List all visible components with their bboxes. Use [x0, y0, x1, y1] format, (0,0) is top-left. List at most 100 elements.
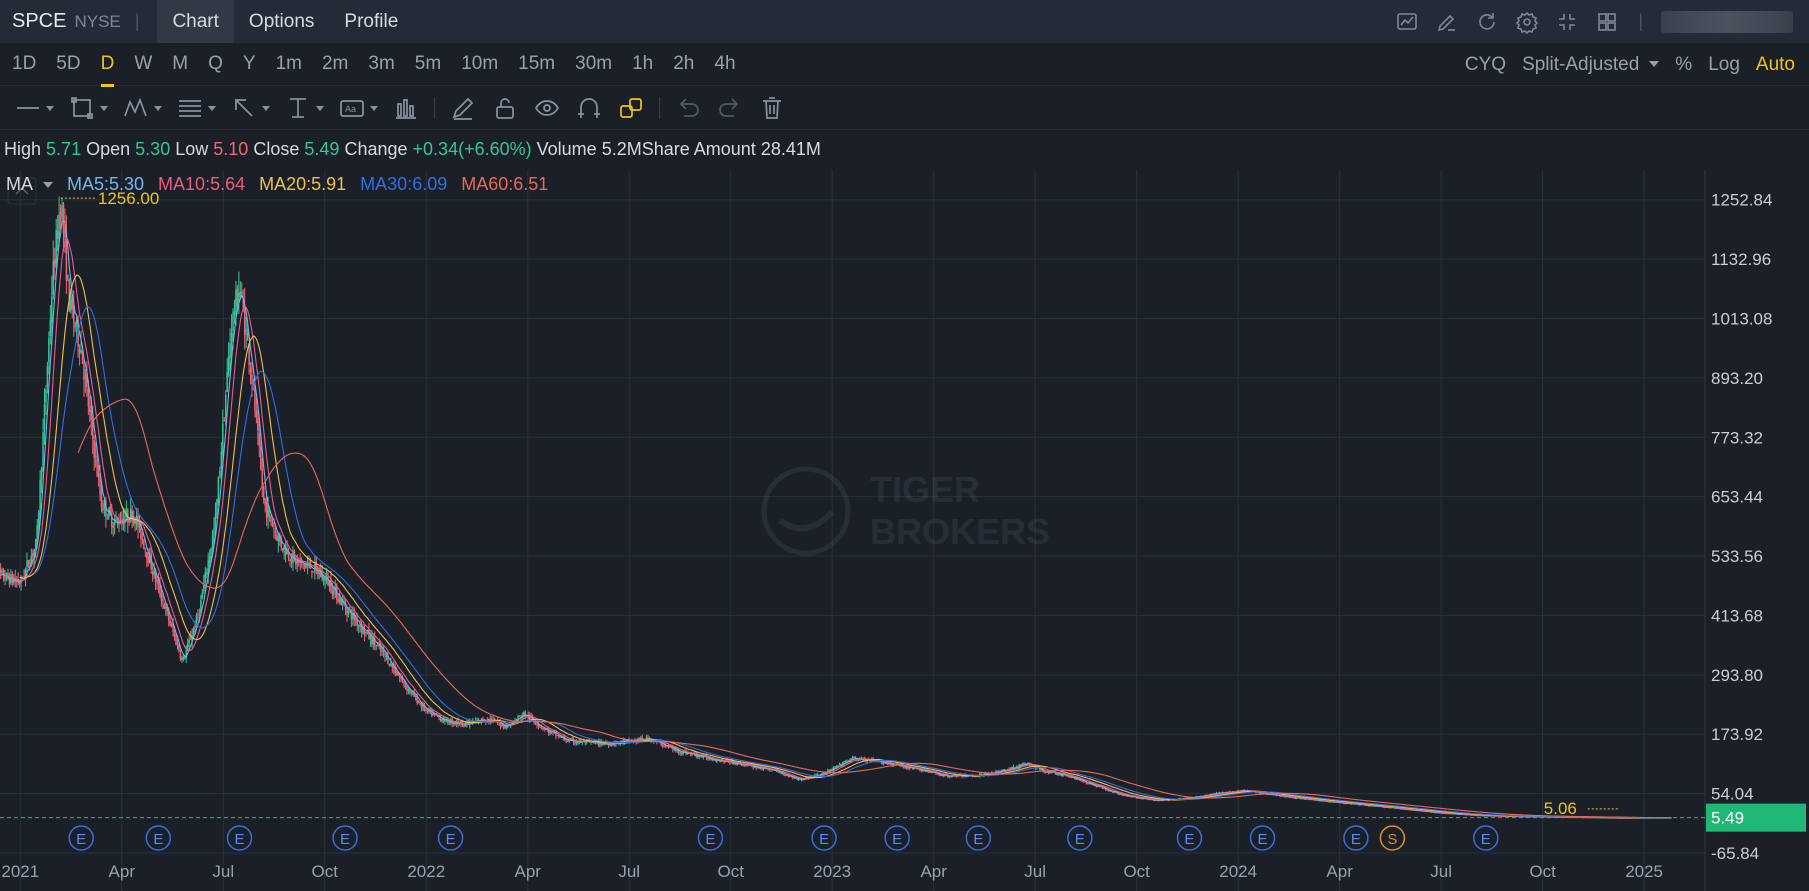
tf-Q[interactable]: Q — [208, 53, 223, 75]
auto-scale-button[interactable]: Auto — [1756, 54, 1795, 76]
candle-body — [49, 319, 52, 336]
candle-body — [163, 603, 166, 609]
tf-30m[interactable]: 30m — [575, 53, 612, 75]
candle-body — [1068, 776, 1070, 778]
percent-scale-button[interactable]: % — [1675, 54, 1692, 76]
tf-1D[interactable]: 1D — [12, 53, 36, 75]
cyq-button[interactable]: CYQ — [1465, 54, 1506, 76]
candle-body — [264, 498, 266, 506]
ma-selector[interactable]: MA — [6, 174, 53, 195]
candle-body — [838, 763, 841, 766]
price-chart[interactable]: TIGER BROKERS 1252.84 1132.96 1013.08 893.2… — [0, 170, 1809, 891]
candle-body — [108, 509, 110, 518]
exchange-label: NYSE — [74, 11, 121, 31]
tf-10m[interactable]: 10m — [461, 53, 498, 75]
bar-tool[interactable] — [392, 87, 420, 130]
candle-body — [146, 552, 148, 559]
draw-icon[interactable] — [1430, 5, 1464, 39]
candle-body — [56, 230, 59, 239]
adjust-select-value: Split-Adjusted — [1522, 53, 1640, 75]
tf-5D[interactable]: 5D — [56, 53, 80, 75]
rectangle-tool[interactable] — [68, 87, 108, 130]
tf-5m[interactable]: 5m — [415, 53, 441, 75]
candle-body — [96, 458, 98, 476]
candle-body — [384, 653, 386, 656]
tf-D[interactable]: D — [100, 53, 114, 87]
delete-button[interactable] — [758, 87, 786, 130]
pencil-tool[interactable] — [449, 87, 477, 130]
candle-body — [784, 774, 787, 776]
candle-body — [1095, 786, 1098, 788]
watermark-logo: TIGER BROKERS — [761, 466, 1050, 556]
refresh-icon[interactable] — [1470, 5, 1504, 39]
tf-Y[interactable]: Y — [243, 53, 256, 75]
tf-1m[interactable]: 1m — [276, 53, 302, 75]
candle-body — [907, 768, 909, 770]
y-tick-label: 1252.84 — [1711, 191, 1772, 210]
earnings-marker-label: E — [819, 831, 829, 848]
candle-body — [1044, 771, 1047, 773]
lock-tool[interactable] — [491, 87, 519, 130]
candle-body — [545, 729, 547, 731]
candle-body — [189, 638, 192, 640]
candle-body — [1081, 780, 1083, 782]
measure-tool[interactable] — [284, 87, 324, 130]
candle-body — [2, 569, 5, 579]
candle-body — [265, 502, 268, 518]
visibility-tool[interactable] — [533, 87, 561, 130]
candle-body — [661, 744, 664, 746]
candle-body — [194, 627, 196, 629]
tf-3m[interactable]: 3m — [368, 53, 394, 75]
candle-body — [4, 579, 6, 581]
log-scale-button[interactable]: Log — [1708, 54, 1740, 76]
candle-body — [680, 752, 683, 754]
settings-icon[interactable] — [1510, 5, 1544, 39]
tf-2m[interactable]: 2m — [322, 53, 348, 75]
tf-15m[interactable]: 15m — [518, 53, 555, 75]
fibonacci-tool[interactable] — [176, 87, 216, 130]
candle-body — [734, 763, 737, 765]
magnet-tool[interactable] — [575, 87, 603, 130]
tf-W[interactable]: W — [134, 53, 152, 75]
tf-M[interactable]: M — [172, 53, 188, 75]
chart-template-icon[interactable] — [1390, 5, 1424, 39]
chevron-down-icon — [262, 105, 270, 111]
chevron-down-icon — [316, 105, 324, 111]
candle-body — [505, 726, 508, 728]
tf-1h[interactable]: 1h — [632, 53, 653, 75]
earnings-marker-label: E — [1184, 831, 1194, 848]
pattern-tool[interactable] — [122, 87, 162, 130]
candle-body — [176, 644, 179, 646]
redo-button[interactable] — [716, 87, 744, 130]
account-blurred[interactable] — [1661, 10, 1793, 33]
candle-body — [851, 757, 854, 759]
layout-grid-icon[interactable] — [1590, 5, 1624, 39]
candle-body — [59, 211, 62, 216]
symbol-ticker[interactable]: SPCE — [12, 10, 66, 33]
x-tick-label: Apr — [1326, 862, 1353, 881]
text-tool[interactable]: Aa — [338, 87, 378, 130]
candle-body — [575, 742, 578, 744]
candle-body — [566, 740, 569, 742]
collapse-icon[interactable] — [1550, 5, 1584, 39]
candle-body — [853, 756, 855, 758]
candle-body — [398, 676, 401, 678]
chevron-down-icon — [100, 105, 108, 111]
x-tick-label: Oct — [1529, 862, 1556, 881]
tf-2h[interactable]: 2h — [673, 53, 694, 75]
tf-4h[interactable]: 4h — [714, 53, 735, 75]
candle-body — [376, 645, 379, 647]
link-tool[interactable] — [617, 87, 645, 130]
tab-options[interactable]: Options — [234, 0, 329, 43]
tab-profile[interactable]: Profile — [329, 0, 413, 43]
candle-body — [338, 597, 341, 602]
adjust-select[interactable]: Split-Adjusted — [1522, 53, 1660, 76]
candle-body — [312, 571, 315, 573]
tab-chart[interactable]: Chart — [157, 0, 234, 43]
earnings-marker-label: E — [340, 831, 350, 848]
undo-button[interactable] — [674, 87, 702, 130]
arrow-tool[interactable] — [230, 87, 270, 130]
line-tool[interactable] — [14, 87, 54, 130]
drawing-toolbar: Aa — [0, 87, 1809, 130]
candle-body — [222, 423, 224, 456]
